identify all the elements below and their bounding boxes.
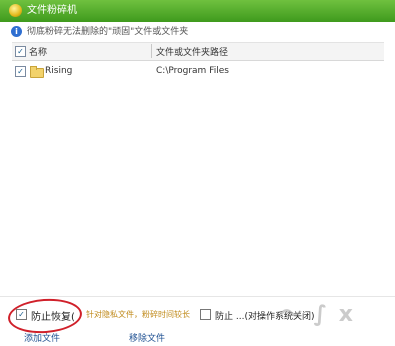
window-title: 文件粉碎机 xyxy=(27,5,77,16)
highlight-annotation xyxy=(6,296,84,336)
column-header-path[interactable]: 文件或文件夹路径 xyxy=(156,45,228,58)
table-header: ✓ 名称 文件或文件夹路径 xyxy=(12,42,384,61)
second-option-checkbox[interactable] xyxy=(200,309,211,320)
select-all-checkbox[interactable]: ✓ xyxy=(15,46,26,57)
prevent-recovery-hint: 针对隐私文件，粉碎时间较长 xyxy=(86,310,190,319)
info-message: 彻底粉碎无法删除的"顽固"文件或文件夹 xyxy=(27,27,189,37)
folder-icon xyxy=(30,66,44,78)
column-divider[interactable] xyxy=(151,44,152,58)
row-name: Rising xyxy=(45,66,73,76)
info-icon: i xyxy=(11,26,22,37)
table-row[interactable]: ✓ Rising C:\Program Files xyxy=(12,63,384,79)
file-list-empty-area[interactable] xyxy=(12,80,384,294)
remove-file-button[interactable]: 移除文件 xyxy=(129,331,165,344)
title-bar: 文件粉碎机 xyxy=(0,0,395,22)
info-bar: i 彻底粉碎无法删除的"顽固"文件或文件夹 xyxy=(0,22,395,42)
app-logo-icon xyxy=(9,4,22,17)
add-file-button[interactable]: 添加文件 xyxy=(24,331,60,344)
watermark-logo: 〜 ∫ x xyxy=(280,302,355,327)
row-checkbox[interactable]: ✓ xyxy=(15,66,26,77)
column-header-name[interactable]: 名称 xyxy=(29,45,47,58)
row-path: C:\Program Files xyxy=(156,66,229,76)
